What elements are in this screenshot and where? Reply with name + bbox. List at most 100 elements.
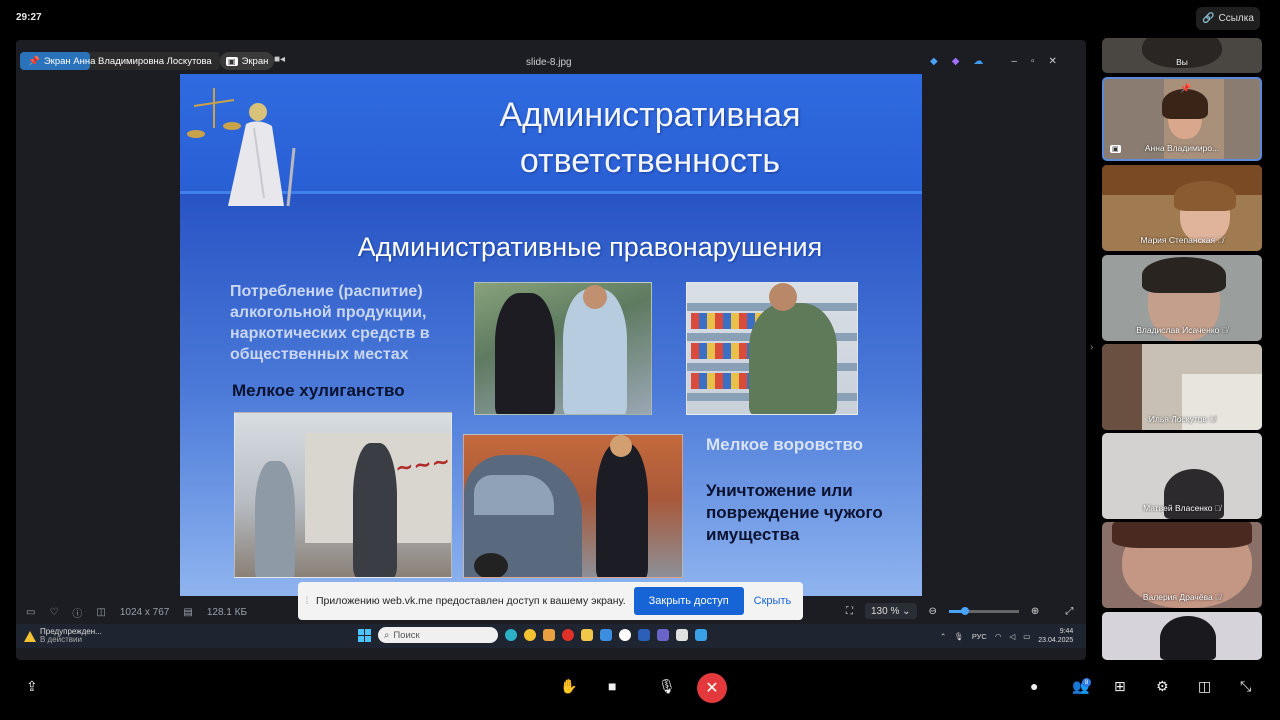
gear-icon[interactable]: ⚙	[1156, 678, 1169, 695]
fit-screen-icon[interactable]: ⛶	[846, 606, 853, 617]
word-icon[interactable]	[638, 629, 650, 641]
participant-tile[interactable]: Матвей Власенко 🎙̸	[1102, 433, 1262, 519]
chevron-up-icon[interactable]: ⌃	[940, 632, 946, 641]
mic-off-icon: 🎙̸	[1214, 504, 1221, 513]
monitor-icon[interactable]: ▭	[26, 607, 35, 618]
participant-tile[interactable]: Илья Лоскутов 🎙̸	[1102, 344, 1262, 430]
participant-tile[interactable]: Вы	[1102, 38, 1262, 73]
mic-off-icon: 🎙̸	[1217, 236, 1224, 245]
screen-share-pill[interactable]: ▣ Экран	[220, 52, 275, 70]
copilot-icon[interactable]: ◆	[952, 56, 960, 67]
screen-share-notice: ⁞ Приложению web.vk.me предоставлен дост…	[298, 582, 803, 620]
participant-name: Владислав Исаченко 🎙̸	[1136, 325, 1228, 335]
screen-icon: ▣	[226, 56, 238, 66]
hooliganism-text: Мелкое хулиганство	[232, 381, 405, 400]
hide-notice-button[interactable]: Скрыть	[754, 595, 792, 607]
participant-tile[interactable]: 📌 ▣ Анна Владимиро...	[1102, 77, 1262, 161]
edge-icon[interactable]	[505, 629, 517, 641]
participant-name: Мария Степанская 🎙̸	[1140, 235, 1224, 245]
link-label: Ссылка	[1218, 13, 1254, 24]
slide-title-line1: Административная	[499, 96, 801, 134]
participant-name: Матвей Власенко 🎙̸	[1143, 503, 1221, 513]
chat-icon[interactable]: ●	[1030, 678, 1038, 694]
raise-hand-icon[interactable]: ✋	[560, 678, 577, 695]
yandex-icon[interactable]	[619, 629, 631, 641]
sharer-name: Экран Анна Владимировна Лоскутова	[43, 55, 212, 67]
participant-tile[interactable]: Валерия Драчёва 🎙̸	[1102, 522, 1262, 608]
windows-app-icon[interactable]	[600, 629, 612, 641]
slide-image: Административная ответственность Админис…	[180, 74, 922, 596]
end-call-button[interactable]: ✕	[697, 673, 727, 703]
shoplifting-photo	[686, 282, 858, 415]
info-icon[interactable]: ⓘ	[72, 605, 82, 620]
fullscreen-icon[interactable]: ⤢	[1065, 606, 1073, 617]
slide-subtitle: Административные правонарушения	[357, 232, 823, 262]
stop-sharing-button[interactable]: Закрыть доступ	[633, 587, 744, 615]
opera-icon[interactable]	[562, 629, 574, 641]
microphone-icon[interactable]: 🎙	[658, 678, 676, 695]
clock-date: 23.04.2025	[1038, 637, 1074, 644]
participant-name: Валерия Драчёва 🎙̸	[1142, 592, 1222, 602]
heart-icon[interactable]: ♡	[49, 607, 58, 618]
dimensions-icon: ◫	[96, 607, 106, 618]
language-indicator[interactable]: РУС	[972, 632, 987, 641]
mic-off-icon: 🎙̸	[1215, 593, 1222, 602]
drag-handle-icon[interactable]: ⁞	[298, 595, 316, 607]
call-timer: 29:27	[16, 12, 42, 23]
volume-icon[interactable]: ◁	[1009, 632, 1015, 641]
zoom-level-select[interactable]: 130 % ⌄	[865, 603, 917, 619]
triangle-app-icon[interactable]	[524, 629, 536, 641]
weather-warning[interactable]: Предупрежден... В действии	[24, 628, 102, 644]
shared-screen: 📌 Экран Анна Владимировна Лоскутова ▣ Эк…	[16, 40, 1086, 660]
theft-text: Мелкое воровство	[706, 435, 864, 454]
slide-title-line2: ответственность	[519, 142, 781, 180]
minimize-icon[interactable]: –	[1011, 56, 1017, 67]
drinking-photo	[474, 282, 652, 415]
windows-taskbar: Предупрежден... В действии ⌕ Поиск ⌃ 🎙 Р…	[16, 624, 1086, 648]
maximize-icon[interactable]: ▫	[1031, 56, 1035, 67]
collapse-icon[interactable]: ⤡	[1240, 678, 1251, 695]
chevron-right-icon[interactable]: ›	[1090, 342, 1093, 353]
taskbar-search[interactable]: ⌕ Поиск	[378, 627, 498, 643]
photos-icon[interactable]	[695, 629, 707, 641]
themis-statue-image	[187, 88, 296, 207]
camera-icon[interactable]: ■◂	[274, 54, 285, 65]
sharer-label: 📌 Экран Анна Владимировна Лоскутова	[20, 52, 220, 70]
zoom-out-icon[interactable]: ⊖	[929, 606, 937, 617]
mail-app-icon[interactable]	[543, 629, 555, 641]
pin-icon[interactable]: 📌	[1180, 83, 1191, 94]
close-icon: ✕	[705, 680, 719, 697]
microphone-tray-icon[interactable]: 🎙	[954, 632, 964, 641]
share-screen-icon[interactable]: ⇪	[26, 678, 38, 695]
folder-icon[interactable]	[581, 629, 593, 641]
search-placeholder: Поиск	[393, 629, 420, 641]
windows-start-icon[interactable]	[358, 628, 371, 642]
search-icon: ⌕	[384, 629, 390, 641]
taskbar-clock[interactable]: 9:44 23.04.2025	[1038, 627, 1073, 645]
onedrive-icon[interactable]: ☁	[973, 56, 983, 67]
participant-name: Илья Лоскутов 🎙̸	[1148, 414, 1216, 424]
picture-in-picture-icon[interactable]: ◫	[1198, 678, 1211, 695]
wifi-icon[interactable]: ◠	[995, 632, 1002, 641]
copy-link-button[interactable]: 🔗 Ссылка	[1196, 7, 1260, 30]
call-controls: ⇪ ✋ ■ 🎙 ✕ ● 👥 8 ⊞ ⚙ ◫ ⤡	[0, 670, 1280, 710]
warning-icon	[24, 630, 36, 642]
zoom-slider[interactable]	[948, 606, 1019, 615]
participant-tile[interactable]	[1102, 612, 1262, 660]
zoom-in-icon[interactable]: ⊕	[1031, 606, 1039, 617]
close-icon[interactable]: ✕	[1049, 56, 1057, 67]
participant-tile[interactable]: Владислав Исаченко 🎙̸	[1102, 255, 1262, 341]
battery-icon[interactable]: ▭	[1023, 632, 1030, 641]
camera-icon[interactable]: ■	[608, 678, 616, 694]
slide-title: Административная ответственность	[440, 92, 860, 184]
edit-icon[interactable]: ◆	[930, 56, 938, 67]
teams-icon[interactable]	[657, 629, 669, 641]
warning-subtitle: В действии	[40, 635, 82, 644]
office-app-icon[interactable]	[676, 629, 688, 641]
clock-time: 9:44	[1059, 628, 1074, 635]
mic-off-icon: 🎙̸	[1221, 326, 1228, 335]
file-name: slide-8.jpg	[526, 57, 572, 68]
screen-pill-label: Экран	[241, 55, 269, 67]
participant-tile[interactable]: Мария Степанская 🎙̸	[1102, 165, 1262, 251]
grid-layout-icon[interactable]: ⊞	[1114, 678, 1126, 695]
